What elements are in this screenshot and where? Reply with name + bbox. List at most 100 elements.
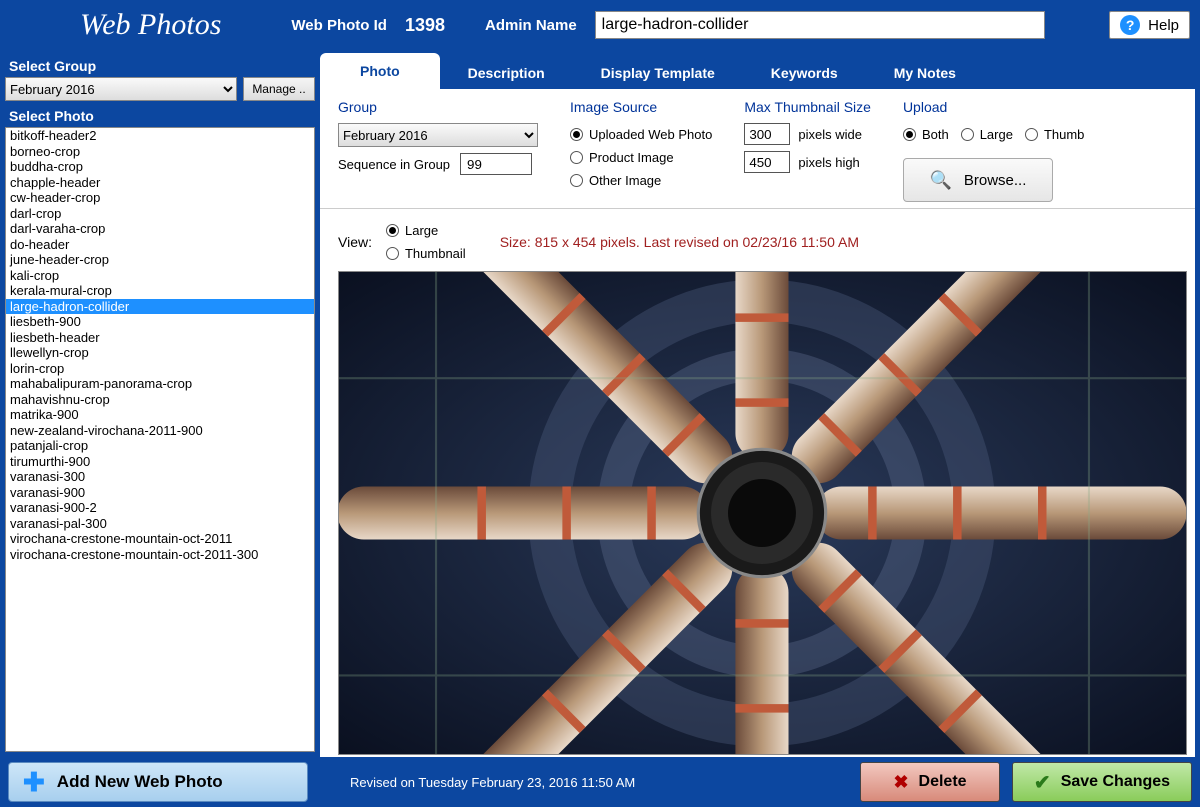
list-item[interactable]: varanasi-pal-300 [6,516,314,532]
list-item[interactable]: varanasi-300 [6,469,314,485]
list-item[interactable]: buddha-crop [6,159,314,175]
image-source-option-label: Product Image [589,150,674,165]
list-item[interactable]: virochana-crestone-mountain-oct-2011-300 [6,547,314,563]
add-photo-button[interactable]: ✚ Add New Web Photo [8,762,308,802]
help-button[interactable]: ? Help [1109,11,1190,39]
delete-button[interactable]: ✖ Delete [860,762,1000,802]
admin-name-input[interactable] [595,11,1045,39]
photo-list[interactable]: bitkoff-header2borneo-cropbuddha-cropcha… [5,127,315,752]
radio-icon [903,128,916,141]
select-group-label: Select Group [5,55,315,77]
list-item[interactable]: varanasi-900 [6,485,314,501]
list-item[interactable]: cw-header-crop [6,190,314,206]
group-field-label: Group [338,99,538,115]
thumb-width-input[interactable] [744,123,790,145]
tab-display-template[interactable]: Display Template [573,57,743,89]
list-item[interactable]: virochana-crestone-mountain-oct-2011 [6,531,314,547]
list-item[interactable]: lorin-crop [6,361,314,377]
x-icon: ✖ [893,772,908,793]
sidebar: Select Group February 2016 Manage .. Sel… [0,50,320,757]
main-panel: PhotoDescriptionDisplay TemplateKeywords… [320,55,1195,757]
sequence-label: Sequence in Group [338,157,450,172]
tab-description[interactable]: Description [440,57,573,89]
help-label: Help [1148,17,1179,34]
list-item[interactable]: patanjali-crop [6,438,314,454]
image-source-option-label: Other Image [589,173,661,188]
image-source-label: Image Source [570,99,712,115]
pixels-high-label: pixels high [798,155,859,170]
list-item[interactable]: darl-crop [6,206,314,222]
radio-icon [386,247,399,260]
radio-icon [961,128,974,141]
photo-id-value: 1398 [405,15,445,36]
app-title: Web Photos [10,8,251,42]
radio-icon [1025,128,1038,141]
list-item[interactable]: kerala-mural-crop [6,283,314,299]
view-option-label: Thumbnail [405,246,466,261]
group-field-select[interactable]: February 2016 [338,123,538,147]
view-option-large[interactable]: Large [386,219,466,242]
save-button[interactable]: ✔ Save Changes [1012,762,1192,802]
radio-icon [570,174,583,187]
list-item[interactable]: do-header [6,237,314,253]
upload-option-label: Large [980,127,1013,142]
help-icon: ? [1120,15,1140,35]
upload-option-both[interactable]: Both [903,123,949,146]
save-label: Save Changes [1061,773,1170,791]
image-source-option-uploaded-web-photo[interactable]: Uploaded Web Photo [570,123,712,146]
header: Web Photos Web Photo Id 1398 Admin Name … [0,0,1200,50]
delete-label: Delete [919,773,967,791]
upload-label: Upload [903,99,1084,115]
tab-bar: PhotoDescriptionDisplay TemplateKeywords… [320,55,1195,89]
list-item[interactable]: chapple-header [6,175,314,191]
admin-name-label: Admin Name [485,17,577,34]
tab-my-notes[interactable]: My Notes [866,57,984,89]
add-photo-label: Add New Web Photo [57,772,223,792]
image-source-option-product-image[interactable]: Product Image [570,146,712,169]
select-photo-label: Select Photo [5,105,315,127]
tab-photo[interactable]: Photo [320,53,440,89]
list-item[interactable]: llewellyn-crop [6,345,314,361]
list-item[interactable]: borneo-crop [6,144,314,160]
upload-option-thumb[interactable]: Thumb [1025,123,1084,146]
image-source-option-other-image[interactable]: Other Image [570,169,712,192]
list-item[interactable]: new-zealand-virochana-2011-900 [6,423,314,439]
radio-icon [570,151,583,164]
list-item[interactable]: matrika-900 [6,407,314,423]
photo-settings-panel: Group February 2016 Sequence in Group Im… [320,89,1195,209]
magnifier-icon: 🔍 [929,170,951,191]
upload-option-label: Both [922,127,949,142]
upload-option-label: Thumb [1044,127,1084,142]
upload-option-large[interactable]: Large [961,123,1013,146]
list-item[interactable]: bitkoff-header2 [6,128,314,144]
photo-id-label: Web Photo Id [291,17,387,34]
tab-keywords[interactable]: Keywords [743,57,866,89]
manage-button[interactable]: Manage .. [243,77,315,101]
radio-icon [386,224,399,237]
sequence-input[interactable] [460,153,532,175]
view-label: View: [338,234,372,250]
list-item[interactable]: varanasi-900-2 [6,500,314,516]
list-item[interactable]: liesbeth-900 [6,314,314,330]
list-item[interactable]: kali-crop [6,268,314,284]
footer: ✚ Add New Web Photo Revised on Tuesday F… [0,757,1200,807]
list-item[interactable]: large-hadron-collider [6,299,314,315]
view-option-label: Large [405,223,438,238]
list-item[interactable]: mahabalipuram-panorama-crop [6,376,314,392]
list-item[interactable]: mahavishnu-crop [6,392,314,408]
view-option-thumbnail[interactable]: Thumbnail [386,242,466,265]
view-bar: View: Large Thumbnail Size: 815 x 454 pix… [320,209,1195,271]
max-thumb-label: Max Thumbnail Size [744,99,871,115]
view-status: Size: 815 x 454 pixels. Last revised on … [500,234,859,250]
list-item[interactable]: darl-varaha-crop [6,221,314,237]
group-select[interactable]: February 2016 [5,77,237,101]
lhc-illustration [339,272,1186,754]
photo-preview [338,271,1187,755]
list-item[interactable]: liesbeth-header [6,330,314,346]
list-item[interactable]: june-header-crop [6,252,314,268]
pixels-wide-label: pixels wide [798,127,862,142]
list-item[interactable]: tirumurthi-900 [6,454,314,470]
plus-icon: ✚ [23,767,45,798]
thumb-height-input[interactable] [744,151,790,173]
browse-button[interactable]: 🔍 Browse... [903,158,1053,202]
